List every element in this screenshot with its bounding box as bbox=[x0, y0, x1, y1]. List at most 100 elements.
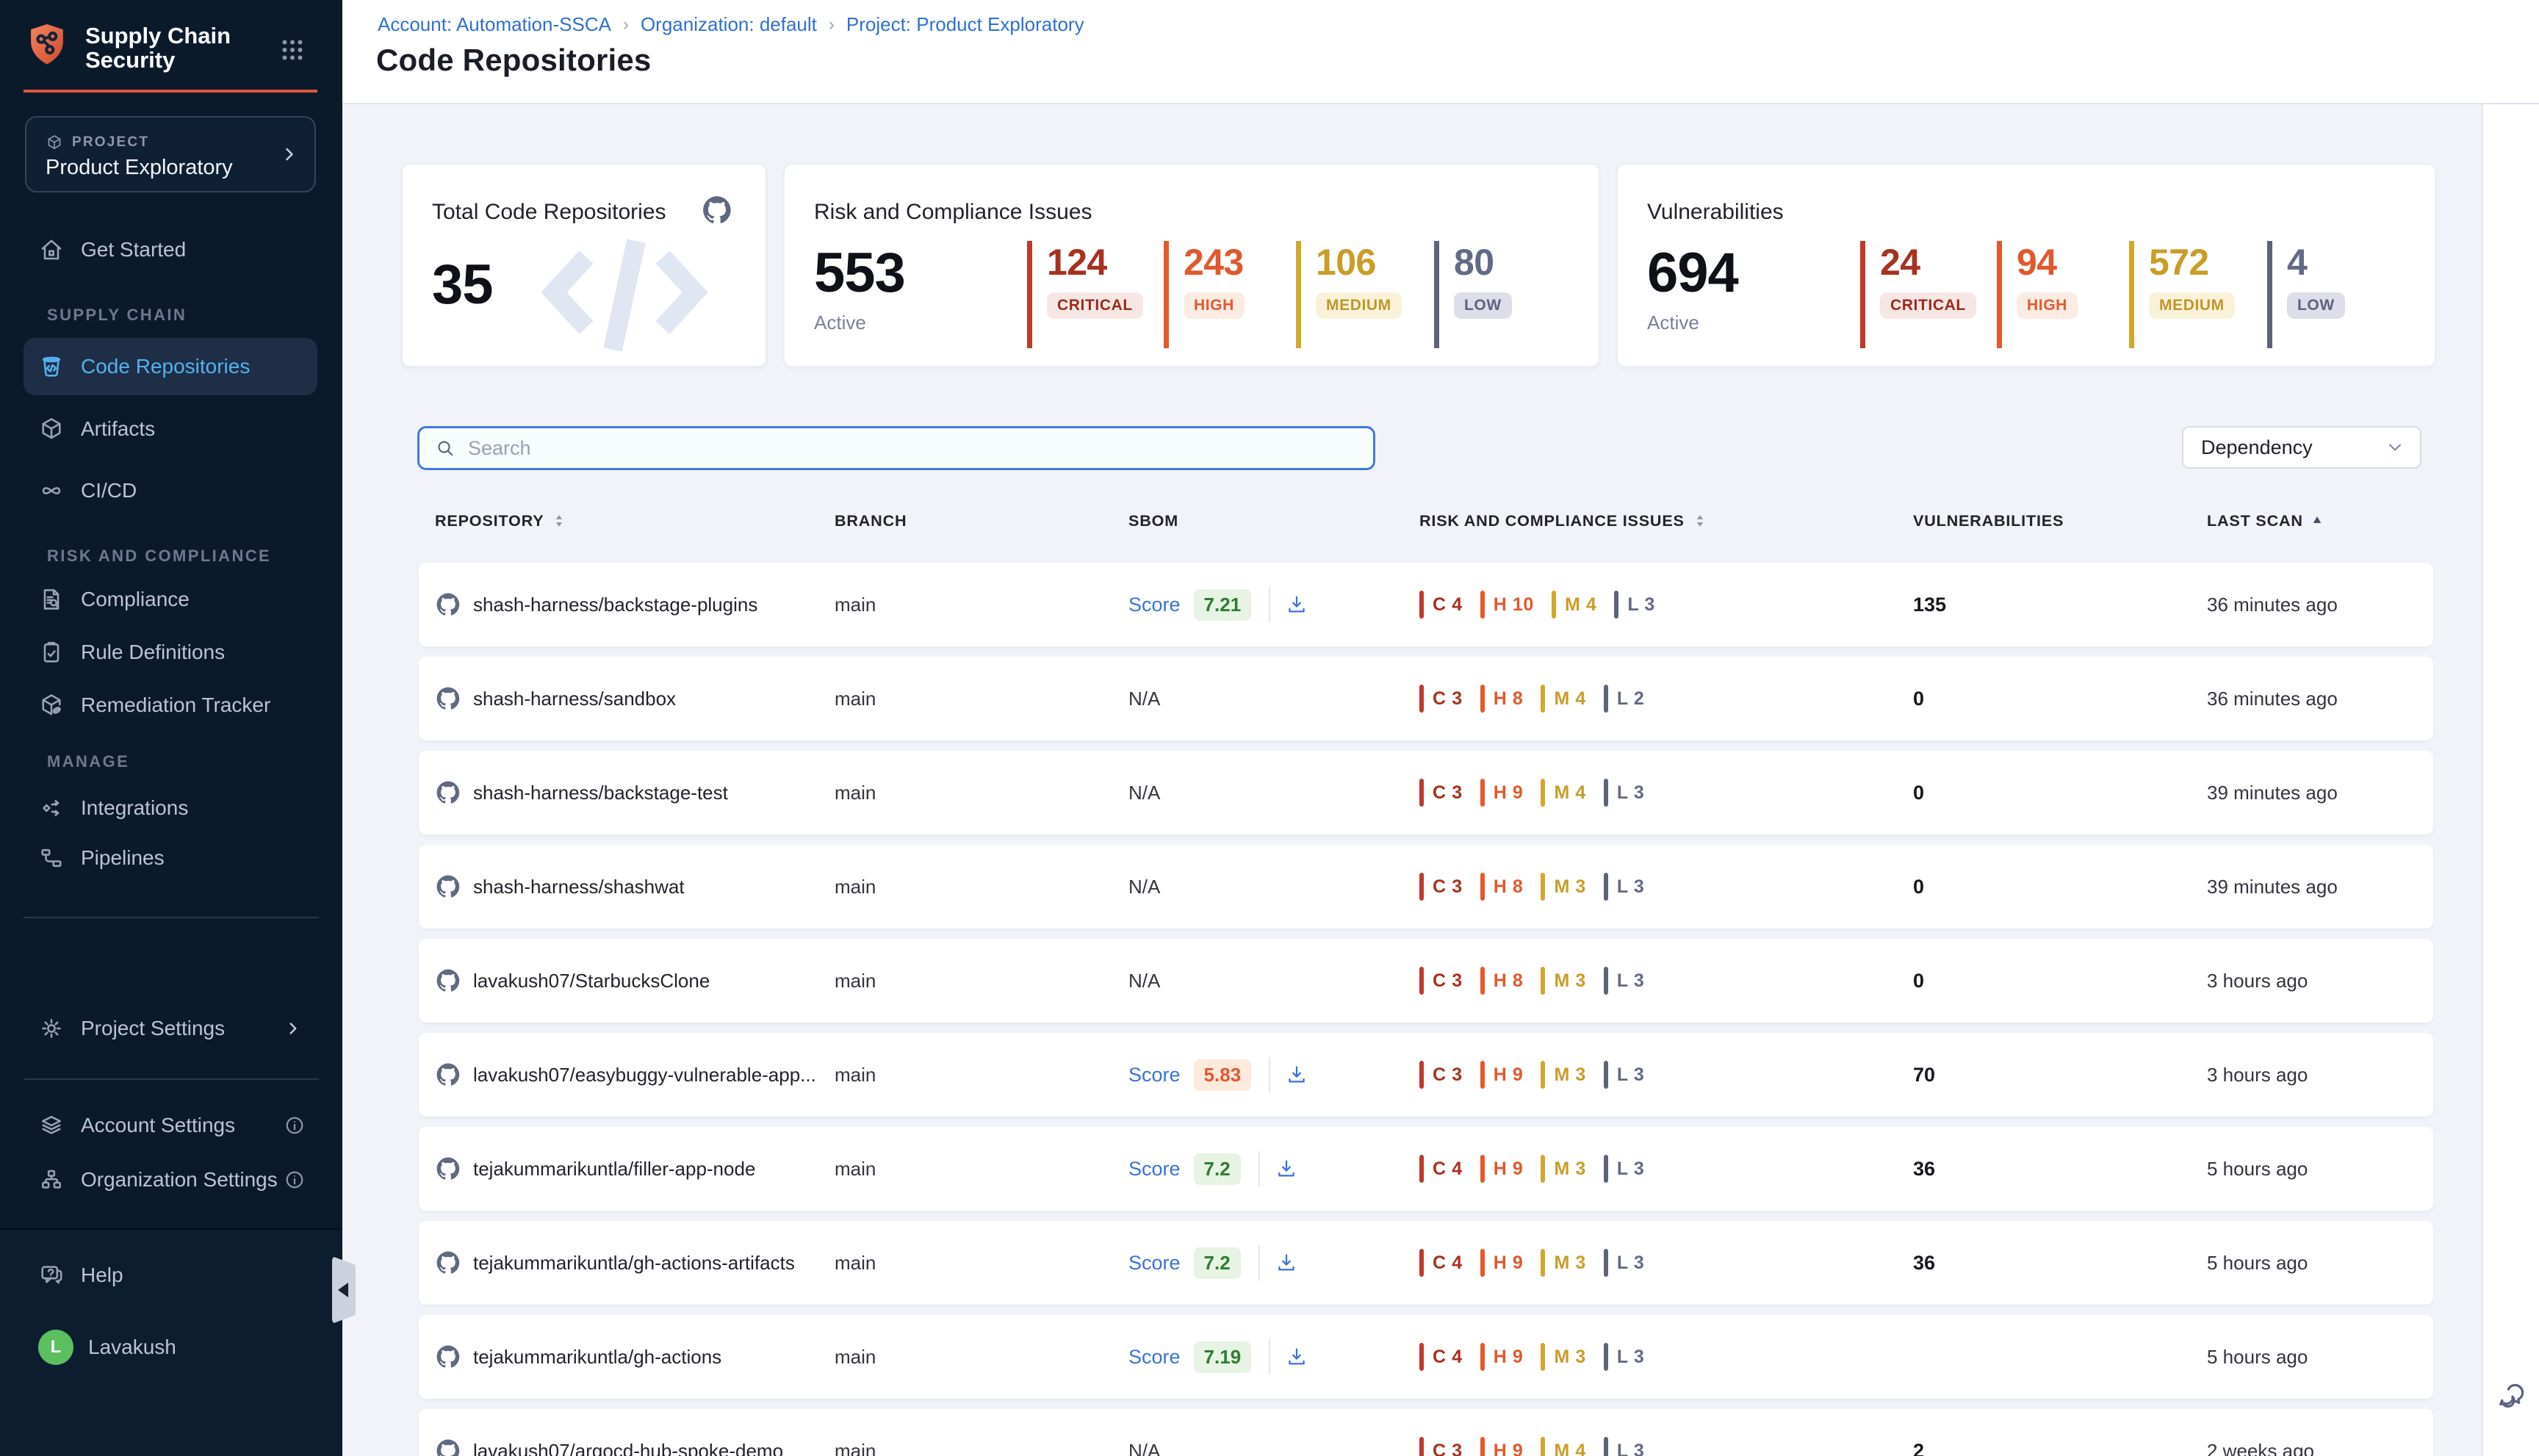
breadcrumb-account-link[interactable]: Account: Automation-SSCA bbox=[378, 13, 611, 36]
sidebar-item-label: Integrations bbox=[81, 796, 188, 820]
risk-compliance-issues-cell: C 4H 9M 3L 3 bbox=[1419, 1127, 1644, 1211]
repository-table: shash-harness/backstage-plugins main Sco… bbox=[419, 563, 2433, 1456]
sidebar-item-rule-definitions[interactable]: Rule Definitions bbox=[24, 623, 317, 682]
sidebar-item-get-started[interactable]: Get Started bbox=[24, 220, 317, 279]
repository-name[interactable]: lavakush07/StarbucksClone bbox=[473, 970, 710, 992]
column-header-repository[interactable]: REPOSITORY bbox=[435, 511, 567, 530]
sidebar-item-compliance[interactable]: Compliance bbox=[24, 570, 317, 629]
section-risk-and-compliance: RISK AND COMPLIANCE bbox=[47, 547, 271, 566]
sidebar-item-artifacts[interactable]: Artifacts bbox=[24, 400, 317, 458]
severity-high: 94HIGH bbox=[1997, 241, 2078, 348]
total-repositories-value: 35 bbox=[432, 253, 493, 317]
column-header-sbom[interactable]: SBOM bbox=[1128, 511, 1178, 530]
section-supply-chain: SUPPLY CHAIN bbox=[47, 306, 187, 325]
repository-name[interactable]: shash-harness/sandbox bbox=[473, 688, 676, 710]
table-header: REPOSITORY BRANCH SBOM RISK AND COMPLIAN… bbox=[419, 511, 2433, 538]
sidebar-item-code-repositories[interactable]: Code Repositories bbox=[24, 338, 317, 395]
table-row[interactable]: lavakush07/argocd-hub-spoke-demo main N/… bbox=[419, 1409, 2433, 1456]
table-row[interactable]: shash-harness/backstage-test main N/A C … bbox=[419, 751, 2433, 835]
breadcrumb-project-link[interactable]: Project: Product Exploratory bbox=[846, 13, 1084, 36]
severity-badge: CRITICAL bbox=[1047, 292, 1143, 319]
breadcrumb-organization-link[interactable]: Organization: default bbox=[641, 13, 817, 36]
app-title: Supply ChainSecurity bbox=[85, 21, 231, 72]
severity-chip-l: L 3 bbox=[1604, 1155, 1644, 1183]
repository-name[interactable]: tejakummarikuntla/filler-app-node bbox=[473, 1158, 755, 1181]
sidebar-item-label: Compliance bbox=[81, 588, 190, 611]
info-circle-icon[interactable] bbox=[284, 1169, 306, 1191]
sbom-score-link[interactable]: Score bbox=[1128, 1158, 1181, 1181]
support-chat-icon[interactable] bbox=[2495, 1377, 2529, 1410]
column-header-last-scan[interactable]: LAST SCAN bbox=[2207, 511, 2324, 530]
column-header-vulnerabilities[interactable]: VULNERABILITIES bbox=[1913, 511, 2064, 530]
sidebar-item-account-settings[interactable]: Account Settings bbox=[24, 1096, 317, 1155]
main-content: Total Code Repositories 35 Risk and Comp… bbox=[342, 104, 2482, 1456]
table-row[interactable]: tejakummarikuntla/gh-actions-artifacts m… bbox=[419, 1221, 2433, 1305]
download-sbom-icon[interactable] bbox=[1285, 593, 1308, 616]
sidebar-item-help[interactable]: Help bbox=[24, 1246, 317, 1305]
repository-name[interactable]: lavakush07/easybuggy-vulnerable-app... bbox=[473, 1064, 816, 1086]
download-sbom-icon[interactable] bbox=[1275, 1157, 1298, 1181]
sidebar-item-remediation-tracker[interactable]: Remediation Tracker bbox=[24, 676, 317, 735]
total-repositories-card: Total Code Repositories 35 bbox=[401, 163, 767, 367]
search-input[interactable] bbox=[468, 437, 1291, 460]
repository-name[interactable]: shash-harness/shashwat bbox=[473, 876, 685, 898]
severity-chip-l: L 3 bbox=[1614, 591, 1654, 619]
table-row[interactable]: shash-harness/shashwat main N/A C 3H 8M … bbox=[419, 845, 2433, 929]
severity-badge: LOW bbox=[1454, 292, 1512, 319]
sbom-score-link[interactable]: Score bbox=[1128, 1064, 1181, 1086]
table-row[interactable]: lavakush07/StarbucksClone main N/A C 3H … bbox=[419, 939, 2433, 1023]
repository-name[interactable]: tejakummarikuntla/gh-actions-artifacts bbox=[473, 1252, 795, 1275]
sbom-score-link[interactable]: Score bbox=[1128, 594, 1181, 616]
breadcrumb: Account: Automation-SSCA › Organization:… bbox=[378, 13, 1084, 36]
table-row[interactable]: lavakush07/easybuggy-vulnerable-app... m… bbox=[419, 1033, 2433, 1117]
project-cube-icon bbox=[46, 134, 63, 151]
search-box bbox=[417, 426, 1375, 470]
repository-name[interactable]: tejakummarikuntla/gh-actions bbox=[473, 1346, 721, 1369]
sbom-score-link[interactable]: Score bbox=[1128, 1252, 1181, 1275]
repository-name[interactable]: lavakush07/argocd-hub-spoke-demo bbox=[473, 1440, 783, 1456]
info-circle-icon[interactable] bbox=[284, 1114, 306, 1136]
table-row[interactable]: tejakummarikuntla/gh-actions main Score7… bbox=[419, 1315, 2433, 1399]
github-icon bbox=[435, 1438, 461, 1456]
severity-chip-l: L 3 bbox=[1604, 967, 1644, 995]
sidebar-item-organization-settings[interactable]: Organization Settings bbox=[24, 1150, 317, 1209]
sbom-score-badge: 7.2 bbox=[1194, 1247, 1241, 1279]
rule-clipboard-check-icon bbox=[38, 639, 65, 666]
severity-chip-h: H 9 bbox=[1480, 1249, 1524, 1277]
table-row[interactable]: tejakummarikuntla/filler-app-node main S… bbox=[419, 1127, 2433, 1211]
user-menu[interactable]: L Lavakush bbox=[24, 1318, 317, 1377]
issues-active-caption: Active bbox=[814, 311, 866, 334]
severity-critical: 124CRITICAL bbox=[1027, 241, 1143, 348]
severity-chip-l: L 3 bbox=[1604, 1249, 1644, 1277]
sidebar-item-project-settings[interactable]: Project Settings bbox=[24, 999, 317, 1058]
sbom-score-link[interactable]: Score bbox=[1128, 1346, 1181, 1369]
repository-name[interactable]: shash-harness/backstage-plugins bbox=[473, 594, 757, 616]
sbom-score-badge: 7.19 bbox=[1194, 1341, 1252, 1373]
sidebar-item-cicd[interactable]: CI/CD bbox=[24, 461, 317, 520]
table-row[interactable]: shash-harness/backstage-plugins main Sco… bbox=[419, 563, 2433, 646]
column-header-branch[interactable]: BRANCH bbox=[835, 511, 907, 530]
repository-name[interactable]: shash-harness/backstage-test bbox=[473, 782, 728, 804]
table-row[interactable]: shash-harness/sandbox main N/A C 3H 8M 4… bbox=[419, 657, 2433, 740]
sidebar-divider bbox=[24, 917, 319, 918]
severity-chip-l: L 3 bbox=[1604, 873, 1644, 901]
download-sbom-icon[interactable] bbox=[1285, 1063, 1308, 1086]
divider bbox=[1269, 587, 1270, 622]
sort-icon[interactable] bbox=[551, 513, 567, 529]
risk-compliance-issues-cell: C 3H 9M 4L 3 bbox=[1419, 751, 1644, 835]
column-header-risk-compliance-issues[interactable]: RISK AND COMPLIANCE ISSUES bbox=[1419, 511, 1708, 530]
project-selector[interactable]: PROJECT Product Exploratory bbox=[25, 116, 316, 192]
download-sbom-icon[interactable] bbox=[1275, 1251, 1298, 1275]
sort-icon[interactable] bbox=[1692, 513, 1708, 529]
apps-grid-icon[interactable] bbox=[279, 37, 306, 63]
sbom-score-badge: 7.21 bbox=[1194, 589, 1252, 621]
download-sbom-icon[interactable] bbox=[1285, 1345, 1308, 1369]
sbom-na: N/A bbox=[1128, 970, 1160, 992]
sidebar-item-label: Get Started bbox=[81, 238, 186, 262]
github-icon bbox=[435, 1344, 461, 1370]
page-title: Code Repositories bbox=[376, 43, 651, 78]
severity-badge: MEDIUM bbox=[2149, 292, 2235, 319]
sidebar-item-pipelines[interactable]: Pipelines bbox=[24, 829, 317, 887]
sbom-type-dropdown[interactable]: Dependency bbox=[2182, 426, 2421, 469]
sidebar-collapse-handle[interactable] bbox=[332, 1256, 356, 1324]
